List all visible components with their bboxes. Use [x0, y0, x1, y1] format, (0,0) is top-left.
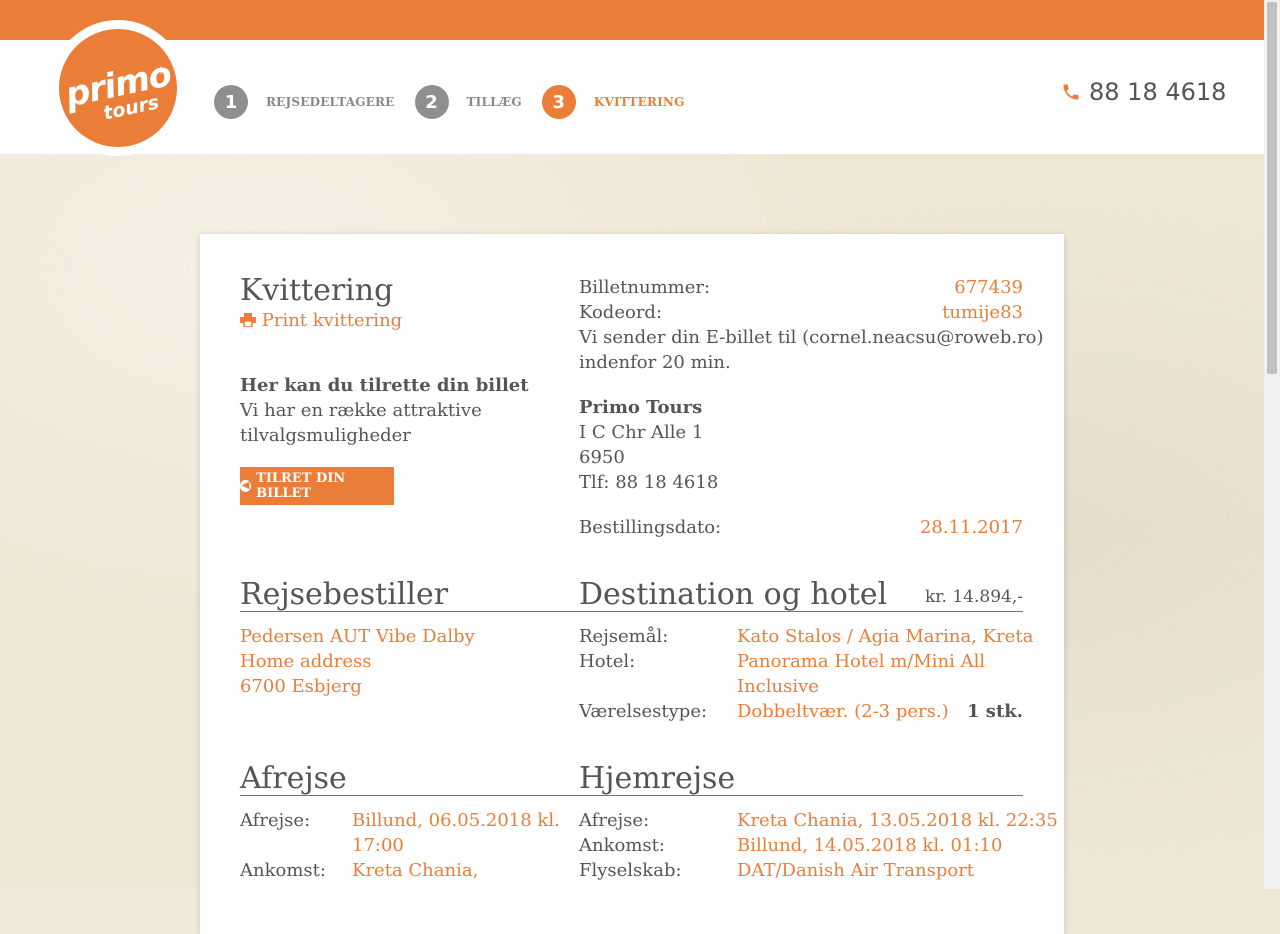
booker-name: Pedersen AUT Vibe Dalby: [240, 626, 475, 647]
step-number: 2: [414, 85, 449, 119]
booker-city: 6700 Esbjerg: [240, 676, 362, 697]
step-number: 1: [214, 85, 248, 119]
adjust-heading: Her kan du tilrette din billet: [240, 375, 529, 396]
outbound-depart-value-1: Billund, 06.05.2018 kl.: [352, 810, 560, 831]
divider: [240, 795, 579, 796]
room-value: Dobbeltvær. (2-3 pers.): [737, 701, 949, 722]
step-label: TILLÆG: [466, 95, 522, 109]
return-airline-value: DAT/Danish Air Transport: [737, 860, 975, 881]
step-label: KVITTERING: [593, 95, 685, 109]
adjust-text-2: tilvalgsmuligheder: [240, 425, 411, 446]
primo-tours-logo[interactable]: primo * tours: [59, 29, 177, 147]
printer-icon: [240, 313, 256, 328]
divider: [240, 611, 579, 612]
ticket-value: 677439: [954, 277, 1023, 298]
email-note-1: Vi sender din E-billet til (cornel.neacs…: [579, 327, 1044, 348]
divider: [579, 611, 1023, 612]
password-value: tumije83: [942, 302, 1023, 323]
destination-price: kr. 14.894,-: [925, 587, 1023, 607]
company-phone: Tlf: 88 18 4618: [579, 472, 719, 493]
hotel-value-1: Panorama Hotel m/Mini All: [737, 651, 986, 672]
ticket-label: Billetnummer:: [579, 277, 711, 298]
outbound-title: Afrejse: [240, 761, 347, 796]
company-street: I C Chr Alle 1: [579, 422, 704, 443]
print-receipt-label: Print kvittering: [261, 310, 403, 331]
booker-address: Home address: [240, 651, 372, 672]
destination-label: Rejsemål:: [579, 626, 669, 647]
arrow-circle-left-icon: ◀: [240, 480, 252, 492]
outbound-depart-label: Afrejse:: [240, 810, 311, 831]
destination-value: Kato Stalos / Agia Marina, Kreta: [737, 626, 1034, 647]
print-receipt-link[interactable]: Print kvittering: [240, 308, 402, 333]
hotel-value-2: Inclusive: [737, 676, 819, 697]
phone-icon: [1063, 84, 1079, 100]
password-label: Kodeord:: [579, 302, 663, 323]
return-arrive-value: Billund, 14.05.2018 kl. 01:10: [737, 835, 1003, 856]
step-1: 1 REJSEDELTAGERE: [214, 85, 395, 119]
step-number: 3: [541, 85, 576, 119]
scrollbar[interactable]: [1264, 0, 1280, 889]
outbound-arrive-label: Ankomst:: [240, 860, 326, 881]
outbound-arrive-value-1: Kreta Chania,: [352, 860, 479, 881]
return-title: Hjemrejse: [579, 761, 736, 796]
room-qty: 1 stk.: [967, 701, 1023, 722]
order-date-label: Bestillingsdato:: [579, 517, 722, 538]
step-label: REJSEDELTAGERE: [266, 95, 395, 109]
adjust-text-1: Vi har en række attraktive: [240, 400, 482, 421]
room-label: Værelsestype:: [579, 701, 708, 722]
return-depart-value: Kreta Chania, 13.05.2018 kl. 22:35: [737, 810, 1058, 831]
outbound-depart-value-2: 17:00: [352, 835, 404, 856]
adjust-ticket-button-label: TILRET DIN BILLET: [256, 471, 346, 501]
booking-steps: 1 REJSEDELTAGERE 2 TILLÆG 3 KVITTERING: [214, 85, 705, 119]
receipt-title: Kvittering: [240, 273, 394, 308]
header-phone[interactable]: 88 18 4618: [1061, 78, 1226, 106]
order-date-value: 28.11.2017: [919, 517, 1023, 538]
booker-title: Rejsebestiller: [240, 577, 449, 612]
hotel-label: Hotel:: [579, 651, 636, 672]
return-depart-label: Afrejse:: [579, 810, 650, 831]
step-3: 3 KVITTERING: [541, 85, 685, 119]
step-2: 2 TILLÆG: [414, 85, 522, 119]
logo-star: *: [157, 63, 165, 82]
email-note-2: indenfor 20 min.: [579, 352, 731, 373]
return-airline-label: Flyselskab:: [579, 860, 682, 881]
company-zip: 6950: [579, 447, 625, 468]
return-arrive-label: Ankomst:: [579, 835, 665, 856]
scrollbar-thumb[interactable]: [1267, 2, 1277, 374]
company-name: Primo Tours: [579, 397, 703, 418]
receipt-card: Kvittering Print kvittering Her kan du t…: [200, 234, 1064, 934]
divider: [579, 795, 1023, 796]
top-accent-bar: [0, 0, 1264, 40]
adjust-ticket-button[interactable]: ◀ TILRET DIN BILLET: [240, 467, 394, 505]
phone-number: 88 18 4618: [1089, 78, 1227, 106]
